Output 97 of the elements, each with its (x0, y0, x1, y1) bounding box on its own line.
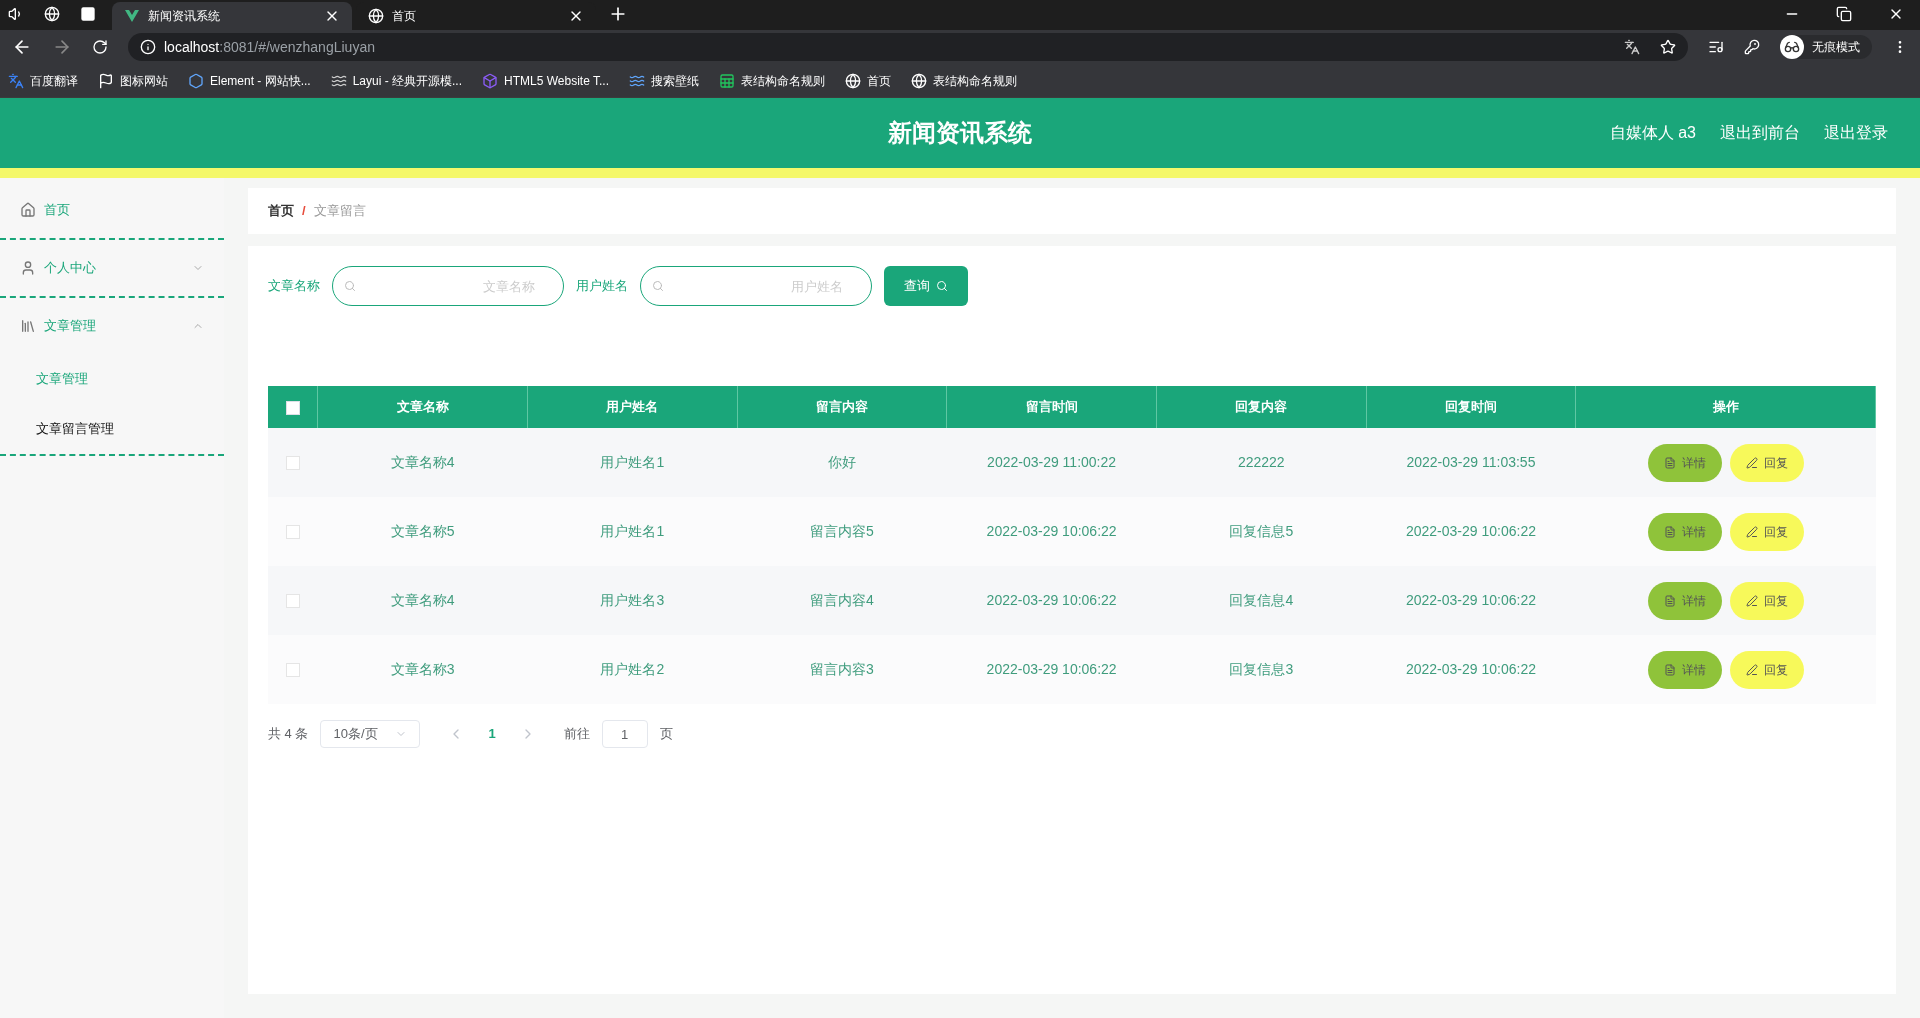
checkbox[interactable] (285, 525, 300, 540)
table-cell: 你好 (737, 428, 947, 497)
search-icon (652, 280, 664, 292)
checkbox[interactable] (285, 663, 300, 678)
bookmark[interactable]: 表结构命名规则 (911, 71, 1017, 90)
table-cell: 2022-03-29 11:00:22 (946, 428, 1157, 497)
reply-button[interactable]: 回复 (1729, 443, 1804, 482)
info-icon (140, 39, 156, 55)
home-icon (20, 202, 36, 218)
table-cell: 回复信息3 (1156, 635, 1367, 704)
breadcrumb-separator: / (302, 202, 306, 221)
browser-tab[interactable]: 新闻资讯系统 (112, 2, 352, 30)
document-icon (1663, 525, 1676, 538)
reply-button[interactable]: 回复 (1729, 581, 1804, 620)
details-button[interactable]: 详情 (1647, 581, 1722, 620)
v-logo-icon (124, 8, 140, 24)
url-host: localhost (164, 37, 220, 57)
bookmark[interactable]: Element - 网站快... (188, 71, 311, 90)
books-icon (20, 318, 36, 334)
bookmark[interactable]: 搜索壁纸 (629, 71, 699, 90)
table-cell: 2022-03-29 10:06:22 (1366, 635, 1576, 704)
app-title: 新闻资讯系统 (888, 118, 1032, 148)
submenu-item[interactable]: 文章留言管理 (0, 404, 224, 454)
user-icon (20, 260, 36, 276)
key-icon[interactable] (1744, 39, 1760, 55)
bookmark[interactable]: Layui - 经典开源模... (330, 71, 463, 90)
translate-icon[interactable] (1624, 39, 1640, 55)
document-icon (1663, 456, 1676, 469)
page-size-select[interactable]: 10条/页 (320, 720, 421, 748)
box-icon (482, 72, 499, 89)
table-cell: 用户姓名1 (527, 497, 738, 566)
breadcrumb-link[interactable]: 首页 (268, 201, 294, 221)
bookmark[interactable]: 表结构命名规则 (719, 71, 825, 90)
details-button[interactable]: 详情 (1647, 650, 1722, 689)
search-icon (936, 280, 948, 292)
table-cell: 222222 (1156, 428, 1367, 497)
page-input[interactable]: 1 (601, 720, 648, 748)
table-cell: 留言内容3 (737, 635, 947, 704)
table-cell: 文章名称3 (317, 635, 528, 704)
star-icon[interactable] (1660, 39, 1676, 55)
checkbox[interactable] (285, 594, 300, 609)
table-cell: 2022-03-29 10:06:22 (1366, 566, 1576, 635)
profile-button[interactable]: 无痕模式 (1780, 35, 1872, 59)
field-label: 用户姓名 (576, 277, 628, 296)
table-cell: 2022-03-29 10:06:22 (946, 566, 1157, 635)
goto-label: 前往 (563, 725, 590, 744)
table-cell: 2022-03-29 11:03:55 (1366, 428, 1576, 497)
details-button[interactable]: 详情 (1647, 443, 1722, 482)
bookmark[interactable]: 图标网站 (98, 71, 168, 90)
table-cell: 用户姓名2 (527, 635, 738, 704)
bookmark[interactable]: HTML5 Website T... (482, 71, 609, 90)
table-cell: 回复信息4 (1156, 566, 1367, 635)
sheet-icon (719, 72, 735, 89)
globe-icon (368, 8, 384, 24)
table-cell: 2022-03-29 10:06:22 (946, 635, 1157, 704)
tab-title: 首页 (392, 8, 417, 25)
document-icon (1663, 594, 1676, 607)
table-cell: 文章名称4 (317, 428, 528, 497)
window-icon[interactable] (80, 6, 96, 22)
details-button[interactable]: 详情 (1647, 512, 1722, 551)
table-cell: 用户姓名3 (527, 566, 738, 635)
globe-icon (845, 72, 861, 89)
bookmark[interactable]: 首页 (845, 71, 891, 90)
pencil-icon (1745, 594, 1758, 607)
translate-icon (8, 72, 24, 89)
globe-icon (911, 72, 927, 89)
incognito-icon (1784, 39, 1800, 55)
hexagon-icon (188, 72, 204, 89)
restore-icon[interactable] (1836, 6, 1852, 22)
address-bar[interactable]: localhost:8081/#/wenzhangLiuyan (128, 33, 1688, 61)
table-cell: 留言内容4 (737, 566, 947, 635)
document-icon (1663, 663, 1676, 676)
table-cell: 文章名称5 (317, 497, 528, 566)
table-cell: 文章名称4 (317, 566, 528, 635)
playlist-icon[interactable] (1708, 39, 1724, 55)
pencil-icon (1745, 663, 1758, 676)
checkbox[interactable] (285, 456, 300, 471)
reload-icon[interactable] (92, 39, 108, 55)
pencil-icon (1745, 456, 1758, 469)
table-cell: 留言内容5 (737, 497, 947, 566)
reply-button[interactable]: 回复 (1729, 650, 1804, 689)
bookmark[interactable]: 百度翻译 (8, 71, 78, 90)
table-cell: 2022-03-29 10:06:22 (1366, 497, 1576, 566)
field-label: 文章名称 (268, 277, 320, 296)
search-icon (344, 280, 356, 292)
table-cell: 用户姓名1 (527, 428, 738, 497)
checkbox[interactable] (285, 400, 300, 415)
table-cell: 2022-03-29 10:06:22 (946, 497, 1157, 566)
globe-icon[interactable] (44, 6, 60, 22)
table-cell: 回复信息5 (1156, 497, 1367, 566)
url-path: :8081/#/wenzhangLiuyan (219, 37, 375, 57)
flag-icon (98, 72, 114, 89)
reply-button[interactable]: 回复 (1729, 512, 1804, 551)
tab-title: 新闻资讯系统 (148, 8, 221, 25)
page-suffix: 页 (659, 725, 673, 744)
total-count: 共 4 条 (268, 725, 309, 744)
pencil-icon (1745, 525, 1758, 538)
